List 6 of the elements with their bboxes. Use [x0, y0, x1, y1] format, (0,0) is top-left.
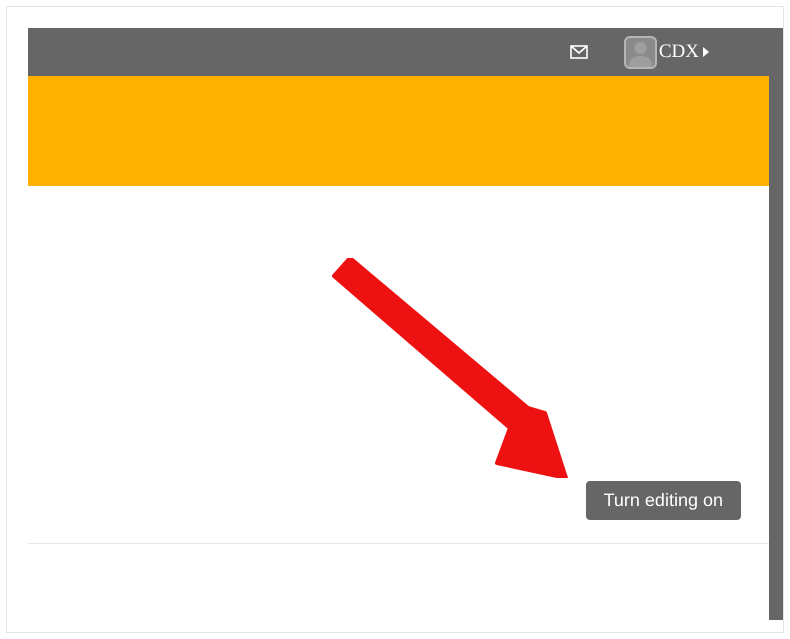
user-name[interactable]: CDX — [658, 38, 699, 66]
caret-icon[interactable] — [703, 47, 709, 57]
scrollbar[interactable] — [769, 76, 783, 620]
avatar-icon[interactable] — [624, 36, 657, 68]
turn-editing-on-button[interactable]: Turn editing on — [586, 481, 741, 520]
mail-icon[interactable] — [570, 45, 588, 59]
